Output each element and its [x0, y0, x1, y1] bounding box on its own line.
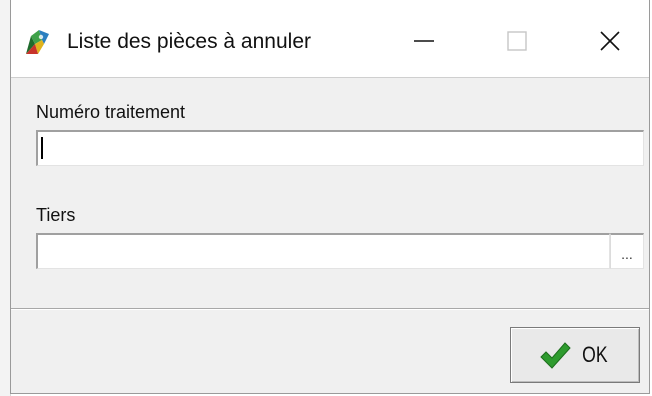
- tiers-input[interactable]: [36, 233, 610, 269]
- maximize-icon: [507, 31, 527, 51]
- tiers-label: Tiers: [36, 205, 76, 225]
- numero-traitement-input[interactable]: [36, 130, 644, 166]
- check-icon: [540, 342, 571, 369]
- numero-traitement-label: Numéro traitement: [36, 102, 186, 122]
- ok-button[interactable]: OK: [510, 327, 640, 383]
- window-title: Liste des pièces à annuler: [67, 30, 311, 53]
- ok-label: OK: [582, 342, 608, 367]
- text-caret: [41, 137, 43, 159]
- footer-divider: [11, 308, 649, 310]
- maximize-button: [486, 18, 548, 64]
- app-icon: [26, 30, 49, 54]
- close-button[interactable]: [579, 18, 641, 64]
- tiers-browse-button[interactable]: ...: [610, 233, 644, 269]
- title-bar: Liste des pièces à annuler: [11, 0, 649, 78]
- minimize-icon: [414, 40, 434, 42]
- browse-ellipsis-label: ...: [621, 246, 633, 262]
- close-icon: [600, 31, 620, 51]
- dialog-window: Liste des pièces à annuler Numéro traite…: [10, 0, 650, 394]
- minimize-button[interactable]: [393, 18, 455, 64]
